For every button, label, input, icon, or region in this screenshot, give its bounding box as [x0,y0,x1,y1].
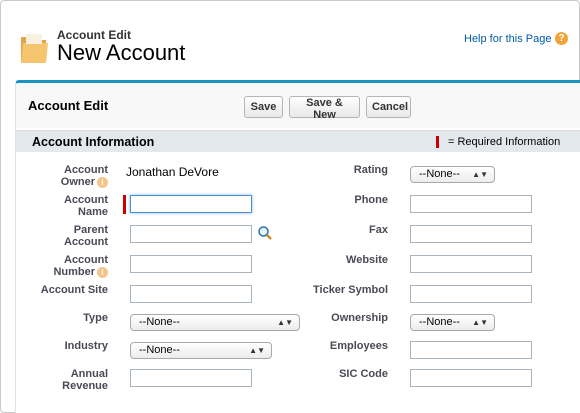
phone-label: Phone [354,194,388,206]
page-header: Account Edit New Account Help for this P… [1,1,580,81]
account-name-label: Account Name [64,194,108,218]
account-information-section: Account Information = Required Informati… [16,128,580,413]
ownership-select[interactable]: --None-- ▲▼ [410,314,495,331]
cancel-button[interactable]: Cancel [366,96,411,118]
ticker-symbol-label: Ticker Symbol [313,284,388,296]
type-select[interactable]: --None-- ▲▼ [130,314,300,331]
fax-input[interactable] [410,225,532,243]
website-input[interactable] [410,255,532,273]
help-icon[interactable]: ? [555,32,568,45]
account-owner-label: Account Owner i [60,164,108,188]
fax-label: Fax [369,224,388,236]
folder-icon [21,34,48,63]
type-label: Type [83,312,108,324]
account-site-label: Account Site [40,284,108,296]
section-header: Account Information = Required Informati… [16,130,580,152]
updown-arrow-icon: ▲▼ [472,318,488,327]
ownership-label: Ownership [331,312,388,324]
website-label: Website [346,254,388,266]
save-and-new-button[interactable]: Save & New [289,96,360,121]
updown-arrow-icon: ▲▼ [249,346,265,355]
account-number-input[interactable] [130,255,252,273]
info-icon: i [97,176,108,188]
account-name-input[interactable] [130,195,252,213]
industry-label: Industry [64,340,108,352]
rating-select[interactable]: --None-- ▲▼ [410,166,495,183]
required-indicator [123,195,126,214]
page-title: New Account [57,40,186,65]
section-title: Account Information [32,135,155,149]
info-icon: i [97,266,108,278]
required-legend: = Required Information [448,136,561,148]
window-frame: Account Edit New Account Help for this P… [0,0,580,413]
help-link[interactable]: Help for this Page [464,33,551,45]
phone-input[interactable] [410,195,532,213]
account-number-label: Account Number i [53,254,108,278]
updown-arrow-icon: ▲▼ [472,170,488,179]
rating-label: Rating [353,164,388,176]
employees-input[interactable] [410,341,532,359]
annual-revenue-label: Annual Revenue [62,368,108,392]
employees-label: Employees [329,340,388,352]
account-edit-panel: Account Edit Save Save & New Cancel Acco… [15,80,580,413]
industry-select[interactable]: --None-- ▲▼ [130,342,272,359]
ticker-symbol-input[interactable] [410,285,532,303]
save-button[interactable]: Save [244,96,283,118]
lookup-magnifier-icon[interactable] [257,225,273,241]
required-marker [436,136,439,148]
annual-revenue-input[interactable] [130,369,252,387]
sic-code-label: SIC Code [339,368,388,380]
parent-account-label: Parent Account [64,224,108,248]
panel-title: Account Edit [28,98,109,113]
parent-account-input[interactable] [130,225,252,243]
account-site-input[interactable] [130,285,252,303]
updown-arrow-icon: ▲▼ [277,318,293,327]
sic-code-input[interactable] [410,369,532,387]
account-owner-value: Jonathan DeVore [126,165,219,179]
